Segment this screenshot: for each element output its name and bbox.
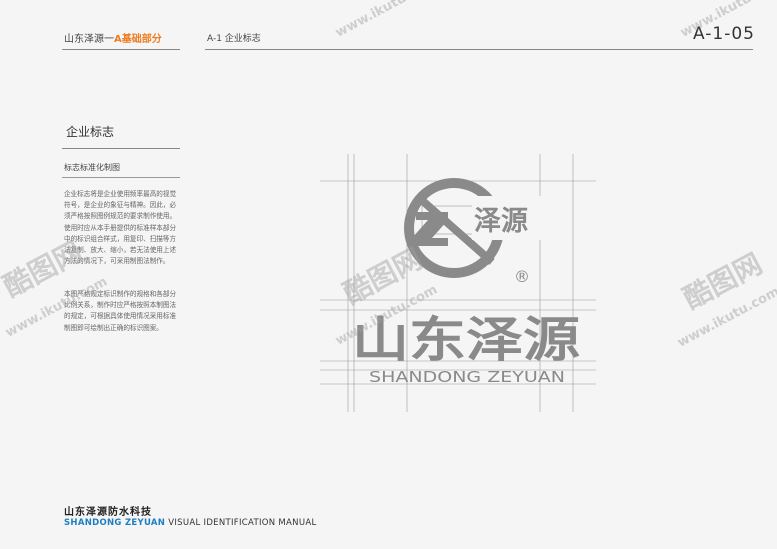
logo-english-name: SHANDONG ZEYUAN: [369, 368, 565, 386]
registered-mark: ®: [514, 267, 530, 286]
logo-mark-text: 泽源: [474, 206, 528, 237]
footer-company-en: SHANDONG ZEYUAN VISUAL IDENTIFICATION MA…: [64, 518, 317, 528]
footer-brand-en: SHANDONG ZEYUAN: [64, 518, 166, 528]
logo-chinese-name: 山东泽源: [352, 312, 580, 368]
footer-manual-title: VISUAL IDENTIFICATION MANUAL: [165, 518, 317, 528]
logo-construction-drawing: 泽源 ® 山东泽源 SHANDONG ZEYUAN: [320, 154, 596, 412]
footer-company-cn: 山东泽源防水科技: [64, 507, 152, 518]
